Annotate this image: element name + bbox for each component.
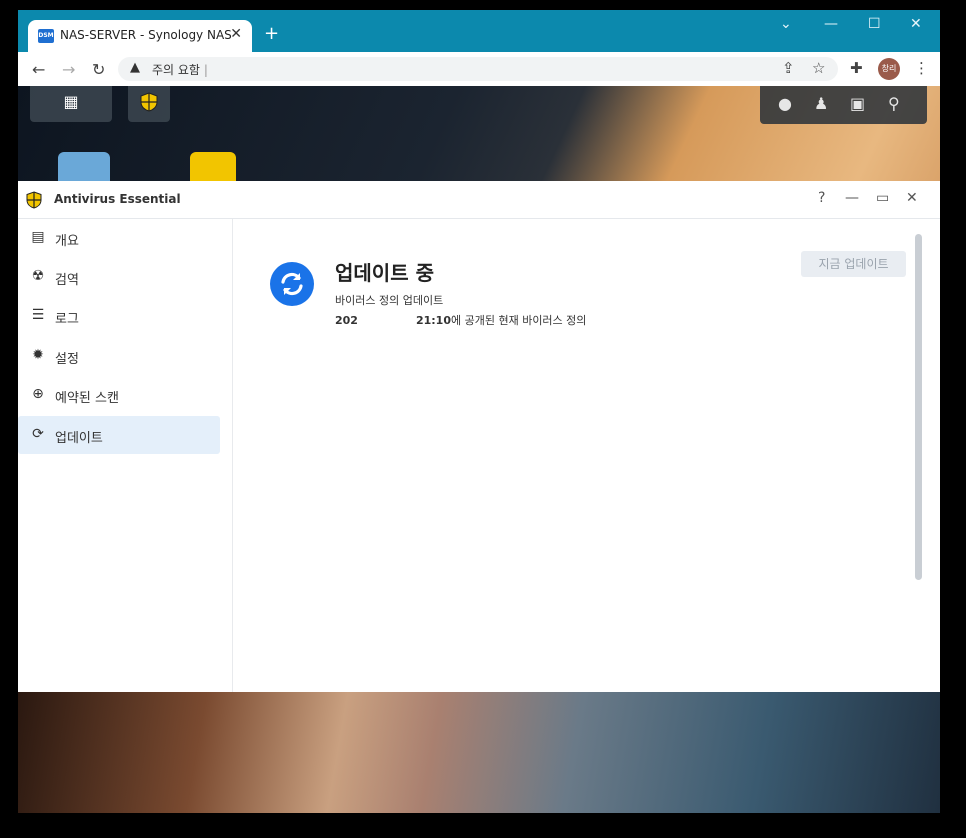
profile-avatar[interactable]: 창리	[878, 58, 900, 80]
sidebar-item-label: 개요	[55, 234, 79, 249]
status-title: 업데이트 중	[335, 261, 434, 285]
close-icon[interactable]: ✕	[906, 190, 918, 206]
sidebar-item-log[interactable]: ☰ 로그	[18, 297, 220, 335]
url-text[interactable]: |	[204, 63, 208, 77]
forward-icon[interactable]: →	[62, 60, 75, 79]
log-icon: ☰	[31, 307, 45, 323]
dsm-desktop: ▦ ● ♟ ▣ ⚲ Antivirus Essential ? — ▭ ✕ ▤ …	[18, 86, 940, 813]
antivirus-icon	[128, 92, 170, 116]
antivirus-taskbar-button[interactable]	[128, 86, 170, 122]
sidebar-item-label: 검역	[55, 273, 79, 288]
definition-suffix: 에 공개된 현재 바이러스 정의	[450, 314, 587, 327]
settings-icon: ✹	[32, 347, 44, 363]
sidebar-item-label: 예약된 스캔	[55, 391, 119, 406]
minimize-icon[interactable]: —	[845, 190, 859, 206]
updating-sync-icon	[270, 262, 314, 306]
antivirus-logo-icon	[26, 191, 42, 209]
menu-kebab-icon[interactable]: ⋮	[914, 59, 929, 77]
sidebar-item-label: 설정	[55, 352, 79, 367]
help-icon[interactable]: ?	[818, 190, 825, 206]
dsm-favicon-icon: DSM	[38, 29, 54, 43]
sidebar-nav: ▤ 개요 ☢ 검역 ☰ 로그 ✹ 설정 ⊕ 예약된 스캔 ⟳ 업데이트	[18, 219, 233, 692]
status-subtitle: 바이러스 정의 업데이트	[335, 294, 444, 307]
update-now-button[interactable]: 지금 업데이트	[801, 251, 906, 277]
main-menu-button[interactable]: ▦	[30, 86, 112, 122]
minimize-window-icon[interactable]: —	[824, 16, 838, 32]
definition-time: 21:10	[415, 314, 451, 327]
sidebar-item-overview[interactable]: ▤ 개요	[18, 219, 220, 257]
definition-date: 202	[335, 314, 358, 327]
scrollbar[interactable]	[915, 234, 922, 580]
back-icon[interactable]: ←	[32, 60, 45, 79]
tab-close-icon[interactable]: ✕	[230, 26, 242, 42]
overview-icon: ▤	[31, 229, 45, 245]
sidebar-item-update[interactable]: ⟳ 업데이트	[18, 416, 220, 454]
tray-icons: ● ♟ ▣ ⚲	[760, 86, 927, 124]
wallpaper-lower	[18, 692, 940, 813]
share-icon[interactable]: ⇪	[782, 59, 795, 77]
chat-icon[interactable]: ●	[778, 94, 792, 113]
search-icon[interactable]: ⚲	[888, 94, 900, 113]
browser-tab[interactable]: DSM NAS-SERVER - Synology NAS ✕	[28, 20, 252, 52]
scheduled-scan-icon: ⊕	[32, 386, 44, 402]
reload-icon[interactable]: ↻	[92, 60, 105, 79]
update-icon: ⟳	[32, 426, 44, 442]
tab-search-icon[interactable]: ⌄	[780, 16, 792, 32]
bookmark-star-icon[interactable]: ☆	[812, 59, 825, 77]
new-tab-button[interactable]: +	[264, 23, 279, 44]
window-title: Antivirus Essential	[54, 192, 181, 206]
address-bar: ← → ↻ ▲ 주의 요함 | ⇪ ☆ ✚ 창리 ⋮	[18, 52, 940, 86]
sidebar-item-scheduled-scan[interactable]: ⊕ 예약된 스캔	[18, 376, 220, 414]
main-content: 업데이트 중 바이러스 정의 업데이트 202 21:10에 공개된 현재 바이러…	[233, 219, 940, 692]
omnibox[interactable]: ▲ 주의 요함 |	[118, 57, 838, 81]
browser-window: DSM NAS-SERVER - Synology NAS ✕ + ⌄ — ☐ …	[18, 10, 940, 813]
sidebar-item-label: 로그	[55, 312, 79, 327]
antivirus-window: Antivirus Essential ? — ▭ ✕ ▤ 개요 ☢ 검역 ☰ …	[18, 181, 940, 692]
sidebar-item-quarantine[interactable]: ☢ 검역	[18, 258, 220, 296]
warning-icon[interactable]: ▲	[130, 60, 140, 75]
sidebar-item-settings[interactable]: ✹ 설정	[18, 337, 220, 375]
close-window-icon[interactable]: ✕	[910, 16, 922, 32]
tab-strip: DSM NAS-SERVER - Synology NAS ✕ + ⌄ — ☐ …	[18, 10, 940, 52]
window-header: Antivirus Essential ? — ▭ ✕	[18, 181, 940, 219]
main-menu-icon: ▦	[63, 92, 79, 111]
maximize-window-icon[interactable]: ☐	[868, 16, 881, 32]
maximize-icon[interactable]: ▭	[876, 190, 889, 206]
user-icon[interactable]: ♟	[814, 94, 828, 113]
quarantine-icon: ☢	[31, 268, 45, 284]
extensions-icon[interactable]: ✚	[850, 59, 863, 77]
tab-title: NAS-SERVER - Synology NAS	[60, 28, 232, 42]
widgets-icon[interactable]: ▣	[850, 94, 865, 113]
sidebar-item-label: 업데이트	[55, 431, 103, 446]
definition-info: 202 21:10에 공개된 현재 바이러스 정의	[335, 312, 586, 328]
security-label: 주의 요함	[152, 63, 200, 77]
